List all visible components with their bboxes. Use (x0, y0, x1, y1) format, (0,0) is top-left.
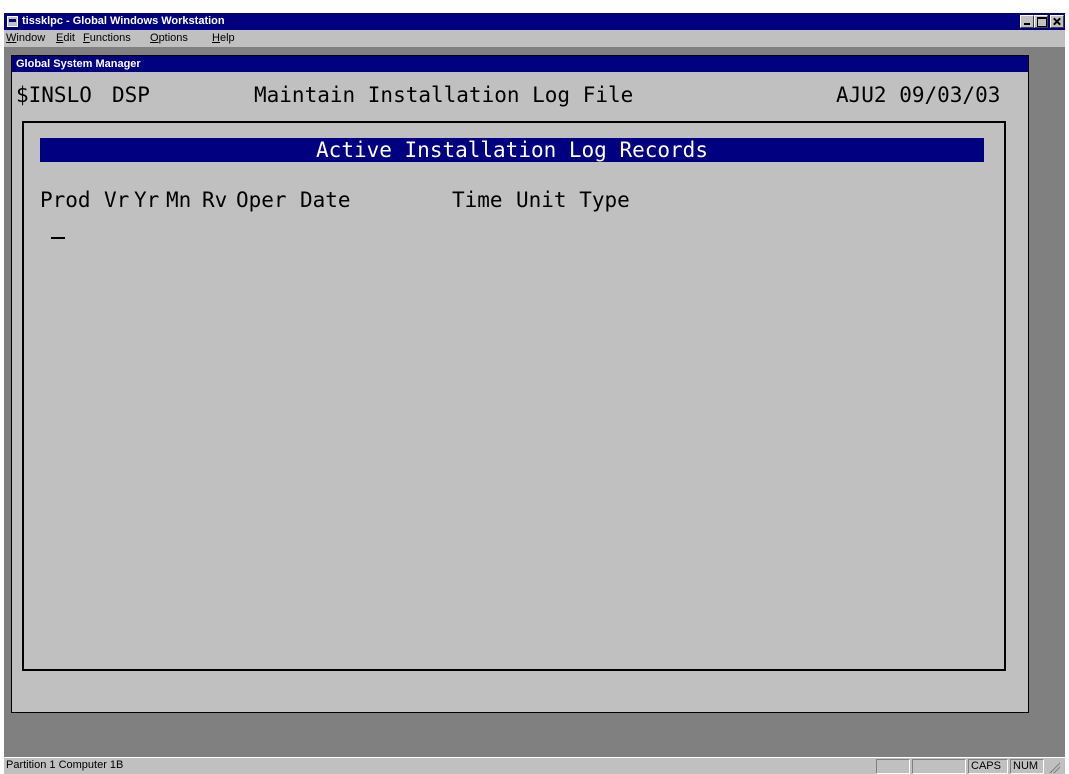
minimize-button[interactable] (1020, 15, 1034, 28)
menu-options-label: ptions (158, 32, 188, 44)
menu-edit-label: dit (63, 32, 75, 44)
title-bar[interactable]: tissklpc - Global Windows Workstation (4, 13, 1065, 30)
menu-window[interactable]: Window (6, 32, 45, 45)
text-cursor (51, 237, 65, 239)
status-partition: Partition 1 Computer 1B (6, 759, 124, 771)
column-header-time: Time (452, 188, 503, 212)
menu-help-label: elp (219, 32, 235, 44)
menu-window-accel: W (6, 32, 17, 44)
status-cell-blank-2 (912, 759, 966, 774)
display-frame: Active Installation Log Records Prod Vr … (22, 121, 1006, 671)
window-title: tissklpc - Global Windows Workstation (22, 15, 225, 27)
menu-options-accel: O (150, 32, 159, 44)
menu-options[interactable]: Options (150, 32, 188, 45)
status-num: NUM (1010, 759, 1044, 774)
child-window-title: Global System Manager (16, 58, 141, 70)
mode-indicator: DSP (112, 83, 150, 107)
status-cell-blank-1 (876, 759, 910, 774)
menu-functions-label: unctions (89, 32, 131, 44)
child-window: Global System Manager $INSLO DSP Maintai… (11, 55, 1029, 713)
maximize-button[interactable] (1034, 15, 1048, 28)
list-header: Active Installation Log Records (40, 138, 984, 162)
user-date: AJU2 09/03/03 (836, 83, 1001, 107)
menu-help[interactable]: Help (212, 32, 235, 45)
column-header-prod: Prod (40, 188, 91, 212)
menu-help-accel: H (212, 32, 220, 44)
terminal-screen[interactable]: $INSLO DSP Maintain Installation Log Fil… (16, 73, 1022, 705)
column-header-date: Date (300, 188, 351, 212)
column-header-yr: Yr (134, 188, 160, 212)
resize-grip-icon[interactable] (1048, 761, 1060, 773)
column-header-unit-type: Unit Type (516, 188, 630, 212)
child-title-bar[interactable]: Global System Manager (12, 56, 1028, 72)
program-id: $INSLO (16, 83, 92, 107)
menu-window-label: indow (16, 32, 46, 44)
status-bar: Partition 1 Computer 1B CAPS NUM (4, 757, 1065, 774)
app-window: tissklpc - Global Windows Workstation Wi… (0, 0, 1069, 774)
menu-functions[interactable]: Functions (83, 32, 131, 45)
column-header-rv: Rv (202, 188, 228, 212)
menu-edit[interactable]: Edit (56, 32, 75, 45)
column-header-vr: Vr (104, 188, 130, 212)
column-header-mn: Mn (166, 188, 192, 212)
status-caps: CAPS (968, 759, 1008, 774)
app-icon[interactable] (7, 16, 18, 27)
screen-title: Maintain Installation Log File (254, 83, 634, 107)
column-header-oper: Oper (236, 188, 287, 212)
menu-bar: Window Edit Functions Options Help (4, 30, 1065, 47)
menu-functions-accel: F (83, 32, 90, 44)
close-button[interactable] (1050, 15, 1064, 28)
